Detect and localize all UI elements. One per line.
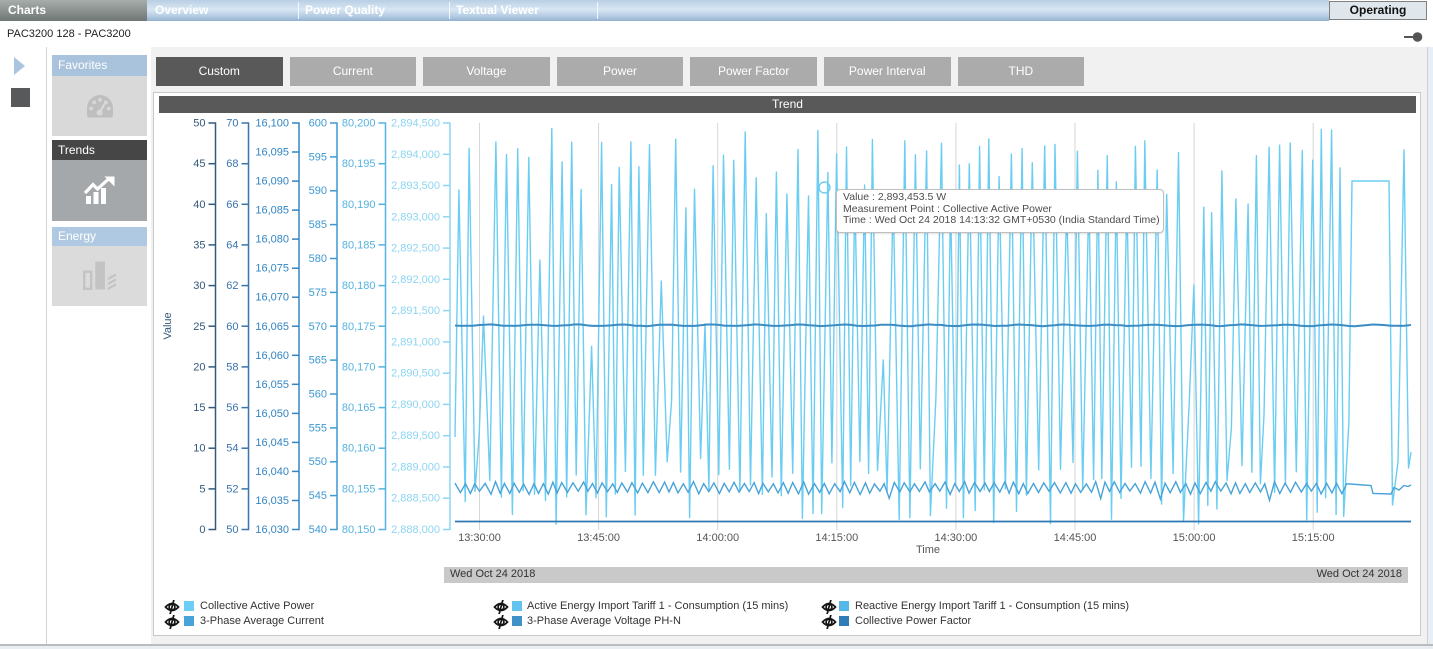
svg-text:80,165: 80,165 xyxy=(342,402,376,414)
svg-text:16,055: 16,055 xyxy=(255,379,289,391)
svg-text:540: 540 xyxy=(309,524,327,536)
svg-text:15:00:00: 15:00:00 xyxy=(1173,532,1216,544)
svg-text:80,190: 80,190 xyxy=(342,199,376,211)
svg-text:570: 570 xyxy=(309,321,327,333)
svg-text:0: 0 xyxy=(199,524,205,536)
svg-text:14:15:00: 14:15:00 xyxy=(815,532,858,544)
svg-text:52: 52 xyxy=(226,483,238,495)
svg-text:2,888,500: 2,888,500 xyxy=(391,493,440,505)
svg-text:2,892,500: 2,892,500 xyxy=(391,243,440,255)
svg-text:16,065: 16,065 xyxy=(255,321,289,333)
svg-text:16,060: 16,060 xyxy=(255,350,289,362)
svg-text:590: 590 xyxy=(309,185,327,197)
svg-text:13:30:00: 13:30:00 xyxy=(458,532,501,544)
svg-text:13:45:00: 13:45:00 xyxy=(577,532,620,544)
svg-text:2,888,000: 2,888,000 xyxy=(391,524,440,536)
svg-text:600: 600 xyxy=(309,118,327,130)
svg-text:10: 10 xyxy=(193,443,205,455)
svg-text:45: 45 xyxy=(193,158,205,170)
svg-text:16,040: 16,040 xyxy=(255,466,289,478)
svg-text:16,035: 16,035 xyxy=(255,495,289,507)
svg-text:16,080: 16,080 xyxy=(255,234,289,246)
svg-text:80,195: 80,195 xyxy=(342,158,376,170)
svg-text:16,100: 16,100 xyxy=(255,118,289,130)
svg-text:64: 64 xyxy=(226,239,238,251)
svg-text:68: 68 xyxy=(226,158,238,170)
svg-text:15: 15 xyxy=(193,402,205,414)
svg-text:2,893,500: 2,893,500 xyxy=(391,180,440,192)
svg-text:555: 555 xyxy=(309,422,327,434)
svg-text:16,045: 16,045 xyxy=(255,437,289,449)
svg-text:575: 575 xyxy=(309,287,327,299)
svg-text:Value: Value xyxy=(162,312,174,339)
svg-text:62: 62 xyxy=(226,280,238,292)
svg-text:16,075: 16,075 xyxy=(255,263,289,275)
svg-text:2,891,000: 2,891,000 xyxy=(391,336,440,348)
svg-text:80,185: 80,185 xyxy=(342,239,376,251)
svg-text:585: 585 xyxy=(309,219,327,231)
svg-text:50: 50 xyxy=(226,524,238,536)
svg-text:2,889,500: 2,889,500 xyxy=(391,430,440,442)
svg-text:35: 35 xyxy=(193,239,205,251)
svg-text:2,894,000: 2,894,000 xyxy=(391,149,440,161)
svg-text:15:15:00: 15:15:00 xyxy=(1292,532,1335,544)
svg-text:2,890,000: 2,890,000 xyxy=(391,399,440,411)
svg-text:50: 50 xyxy=(193,118,205,130)
svg-text:25: 25 xyxy=(193,321,205,333)
svg-text:70: 70 xyxy=(226,118,238,130)
svg-text:2,889,000: 2,889,000 xyxy=(391,462,440,474)
svg-text:5: 5 xyxy=(199,483,205,495)
svg-text:40: 40 xyxy=(193,199,205,211)
svg-text:80,160: 80,160 xyxy=(342,443,376,455)
svg-text:14:00:00: 14:00:00 xyxy=(696,532,739,544)
svg-text:595: 595 xyxy=(309,151,327,163)
svg-text:2,893,000: 2,893,000 xyxy=(391,211,440,223)
svg-text:580: 580 xyxy=(309,253,327,265)
svg-text:14:45:00: 14:45:00 xyxy=(1054,532,1097,544)
svg-text:2,894,500: 2,894,500 xyxy=(391,118,440,130)
svg-text:16,085: 16,085 xyxy=(255,205,289,217)
svg-text:56: 56 xyxy=(226,402,238,414)
svg-text:30: 30 xyxy=(193,280,205,292)
svg-text:545: 545 xyxy=(309,490,327,502)
svg-text:20: 20 xyxy=(193,361,205,373)
svg-text:58: 58 xyxy=(226,361,238,373)
svg-text:80,155: 80,155 xyxy=(342,483,376,495)
svg-text:66: 66 xyxy=(226,199,238,211)
svg-text:2,890,500: 2,890,500 xyxy=(391,368,440,380)
svg-text:16,050: 16,050 xyxy=(255,408,289,420)
svg-text:2,891,500: 2,891,500 xyxy=(391,305,440,317)
svg-text:80,200: 80,200 xyxy=(342,118,376,130)
svg-text:80,175: 80,175 xyxy=(342,321,376,333)
svg-text:2,892,000: 2,892,000 xyxy=(391,274,440,286)
svg-text:16,090: 16,090 xyxy=(255,176,289,188)
svg-text:565: 565 xyxy=(309,355,327,367)
svg-text:16,030: 16,030 xyxy=(255,524,289,536)
svg-text:80,150: 80,150 xyxy=(342,524,376,536)
svg-text:54: 54 xyxy=(226,443,238,455)
svg-text:Time: Time xyxy=(916,544,940,556)
svg-text:60: 60 xyxy=(226,321,238,333)
svg-text:80,170: 80,170 xyxy=(342,361,376,373)
svg-text:16,070: 16,070 xyxy=(255,292,289,304)
svg-text:550: 550 xyxy=(309,456,327,468)
svg-text:16,095: 16,095 xyxy=(255,147,289,159)
svg-text:80,180: 80,180 xyxy=(342,280,376,292)
svg-text:14:30:00: 14:30:00 xyxy=(934,532,977,544)
svg-text:560: 560 xyxy=(309,389,327,401)
